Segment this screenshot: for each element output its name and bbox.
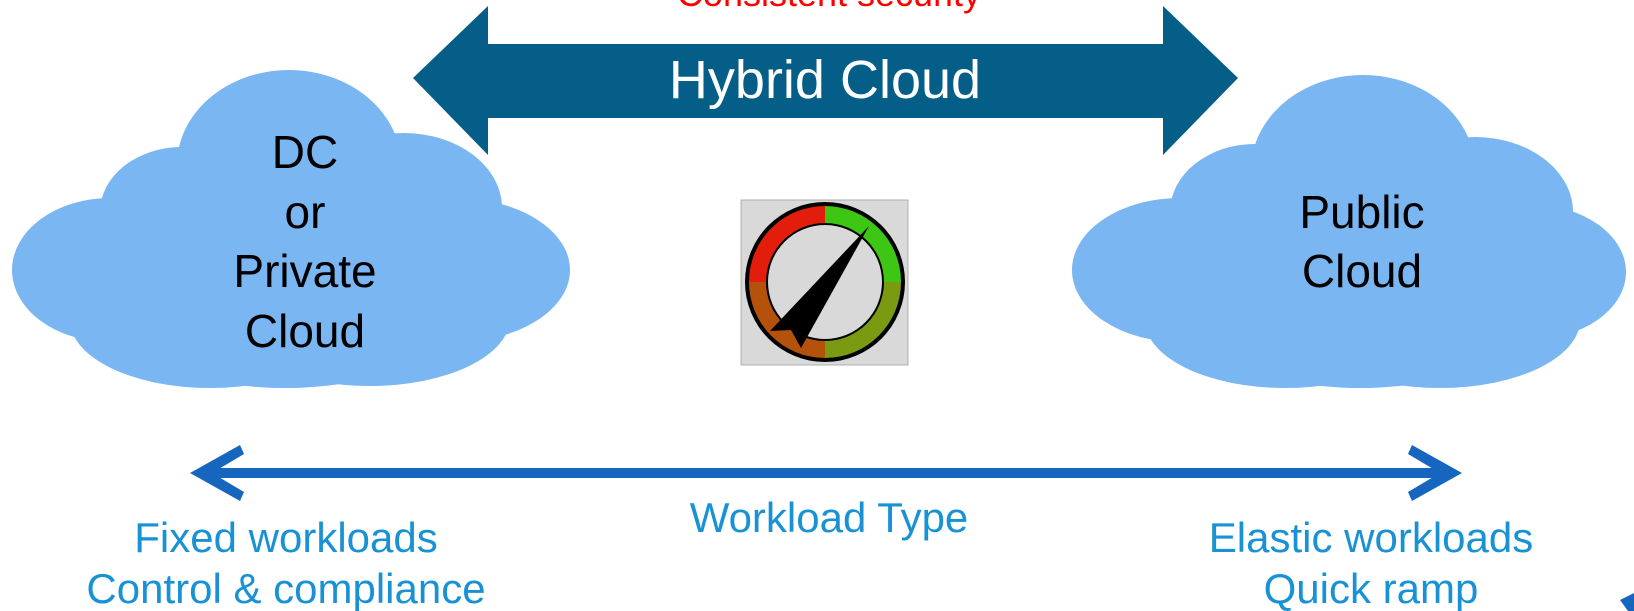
quick-ramp-label: Quick ramp [1264,565,1479,611]
fixed-workloads-label: Fixed workloads [134,514,437,561]
corner-arrow-fragment [1620,593,1634,611]
workload-axis-arrow [190,445,1462,501]
public-cloud-line-1: Public [1299,186,1424,238]
public-cloud-line-2: Cloud [1302,245,1422,297]
private-cloud-line-1: DC [272,126,338,178]
hybrid-cloud-title: Hybrid Cloud [669,50,981,110]
gauge-dial-icon [740,199,909,366]
hybrid-cloud-diagram: Consistent security Hybrid Cloud DC or P… [12,0,1634,611]
consistent-security-text: Consistent security [677,0,981,14]
private-cloud-line-2: or [285,186,326,238]
elastic-workloads-label: Elastic workloads [1209,514,1533,561]
private-cloud-line-4: Cloud [245,305,365,357]
control-compliance-label: Control & compliance [86,565,485,611]
workload-type-label: Workload Type [690,494,969,541]
private-cloud-line-3: Private [233,245,376,297]
